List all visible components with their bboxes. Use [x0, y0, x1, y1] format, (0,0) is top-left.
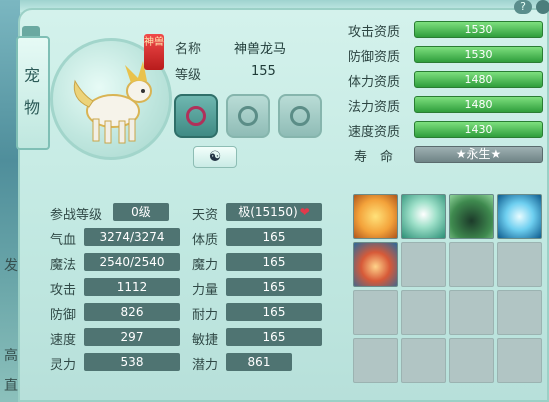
skin-3-icon: [290, 106, 310, 126]
white-wings-skill-icon[interactable]: [401, 194, 446, 239]
defense-quality-bar: 1530: [414, 46, 543, 63]
name-label: 名称: [175, 42, 202, 57]
defense-quality-label: 防御资质: [348, 50, 401, 65]
extra-button[interactable]: [536, 0, 549, 14]
skill-slot-empty[interactable]: [449, 338, 494, 383]
agility-value: 165: [226, 328, 322, 346]
cat-spirit-skill-icon[interactable]: [449, 194, 494, 239]
divine-beast-badge: 神兽: [144, 34, 164, 70]
potential-value: 861: [226, 353, 292, 371]
yinyang-button[interactable]: ☯: [193, 146, 237, 168]
speed-label: 速度: [50, 333, 77, 348]
mp-label: 魔法: [50, 258, 77, 273]
heart-icon: ❤: [299, 205, 310, 219]
battle-level-label: 参战等级: [50, 208, 103, 223]
speed-quality-bar: 1430: [414, 121, 543, 138]
defense-label: 防御: [50, 308, 77, 323]
skin-2-icon: [238, 106, 258, 126]
constitution-label: 体质: [192, 233, 219, 248]
defense-value: 826: [84, 303, 180, 321]
skill-slot-empty[interactable]: [401, 338, 446, 383]
pet-name: 神兽龙马: [234, 42, 287, 57]
agility-label: 敏捷: [192, 333, 219, 348]
spirit-value: 538: [84, 353, 180, 371]
skin-slot-1[interactable]: [174, 94, 218, 138]
hp-value: 3274/3274: [84, 228, 180, 246]
side-char-1: 发: [4, 258, 18, 274]
skill-slot-empty[interactable]: [497, 338, 542, 383]
tab-char-1: 宠: [24, 66, 41, 85]
battle-level-value: 0级: [113, 203, 169, 221]
mana-quality-bar: 1480: [414, 96, 543, 113]
mana-quality-label: 法力资质: [348, 100, 401, 115]
skills-grid: [353, 194, 545, 384]
attack-quality-label: 攻击资质: [348, 25, 401, 40]
skill-slot-empty[interactable]: [401, 290, 446, 335]
spirit-label: 灵力: [50, 358, 77, 373]
side-char-3: 直: [4, 378, 18, 394]
aptitude-value: 极(15150) ❤: [226, 203, 322, 221]
skill-slot-empty[interactable]: [353, 338, 398, 383]
tab-pet[interactable]: 宠 物: [16, 36, 50, 150]
skin-1-icon: [186, 106, 206, 126]
stamina-quality-bar: 1480: [414, 71, 543, 88]
skin-slot-3[interactable]: [278, 94, 322, 138]
aptitude-text: 极(15150): [238, 205, 298, 219]
mp-value: 2540/2540: [84, 253, 180, 271]
help-button[interactable]: ?: [514, 0, 532, 14]
attack-quality-bar: 1530: [414, 21, 543, 38]
ice-crystal-skill-icon[interactable]: [497, 194, 542, 239]
attack-value: 1112: [84, 278, 180, 296]
strength-label: 力量: [192, 283, 219, 298]
side-char-2: 高: [4, 348, 18, 364]
hp-label: 气血: [50, 233, 77, 248]
tab-cap: [22, 26, 40, 36]
skill-slot-empty[interactable]: [449, 290, 494, 335]
aptitude-label: 天资: [192, 208, 219, 223]
potential-label: 潜力: [192, 358, 219, 373]
skill-slot-empty[interactable]: [497, 242, 542, 287]
tab-char-2: 物: [24, 98, 41, 117]
fire-mountain-skill-icon[interactable]: [353, 242, 398, 287]
pet-level: 155: [251, 64, 276, 79]
life-value: ★永生★: [414, 146, 543, 163]
speed-quality-label: 速度资质: [348, 125, 401, 140]
skin-slot-2[interactable]: [226, 94, 270, 138]
skill-slot-empty[interactable]: [353, 290, 398, 335]
endurance-label: 耐力: [192, 308, 219, 323]
skill-slot-empty[interactable]: [497, 290, 542, 335]
stamina-quality-label: 体力资质: [348, 75, 401, 90]
golden-wings-skill-icon[interactable]: [353, 194, 398, 239]
life-label: 寿 命: [354, 150, 394, 165]
strength-value: 165: [226, 278, 322, 296]
skill-slot-empty[interactable]: [401, 242, 446, 287]
constitution-value: 165: [226, 228, 322, 246]
level-label: 等级: [175, 68, 202, 83]
magic-value: 165: [226, 253, 322, 271]
skill-slot-empty[interactable]: [449, 242, 494, 287]
endurance-value: 165: [226, 303, 322, 321]
speed-value: 297: [84, 328, 180, 346]
magic-label: 魔力: [192, 258, 219, 273]
attack-label: 攻击: [50, 283, 77, 298]
